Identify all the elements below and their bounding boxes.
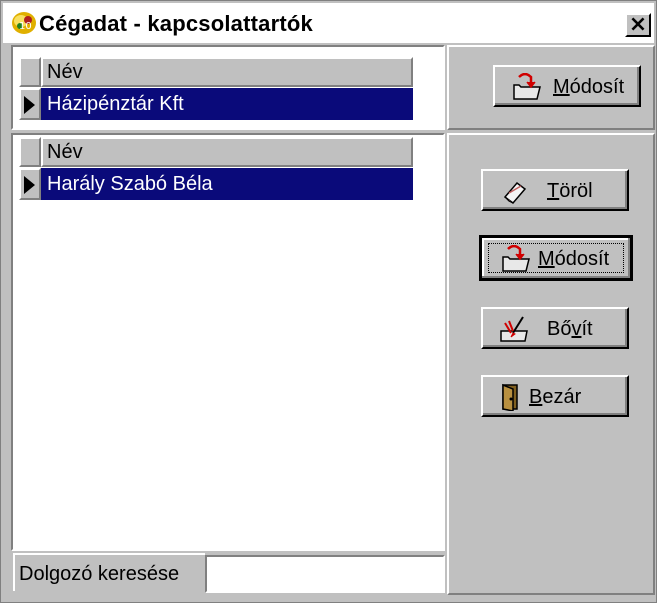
row-indicator-header [19,57,41,87]
column-header-name[interactable]: Név [41,57,413,87]
door-icon [502,383,518,411]
search-label: Dolgozó keresése [13,553,205,591]
eraser-icon [503,181,527,205]
search-input[interactable] [205,555,445,593]
folder-edit-icon [513,73,541,100]
close-button[interactable]: Bezár [481,375,629,417]
column-header-name[interactable]: Név [41,137,413,167]
table-row[interactable]: Házipénztár Kft [41,88,413,120]
current-row-arrow-icon [24,176,35,194]
delete-label: Töröl [547,180,593,202]
app-icon: 10 [12,12,36,34]
window-title: Cégadat - kapcsolattartók [39,11,313,36]
row-indicator[interactable] [19,168,41,200]
contact-actions-panel: Töröl Módosít Bővít Bezár [447,133,655,595]
svg-text:10: 10 [19,21,32,32]
close-window-button[interactable]: × [625,12,651,37]
company-actions-panel: Módosít [447,45,655,130]
folder-edit-icon [502,245,530,272]
contact-modify-label: Módosít [538,248,610,270]
company-grid[interactable]: Név Házipénztár Kft [11,45,445,130]
company-modify-button[interactable]: Módosít [493,65,641,107]
contacts-window: 10 Cégadat - kapcsolattartók × Név Házip… [0,0,657,603]
company-modify-label: Módosít [553,76,625,98]
pen-folder-icon [500,316,528,342]
row-indicator[interactable] [19,88,41,120]
contact-modify-button[interactable]: Módosít [479,235,633,281]
row-indicator-header [19,137,41,167]
expand-label: Bővít [547,318,593,340]
expand-button[interactable]: Bővít [481,307,629,349]
current-row-arrow-icon [24,96,35,114]
table-row[interactable]: Harály Szabó Béla [41,168,413,200]
title-bar[interactable]: 10 Cégadat - kapcsolattartók × [3,3,654,43]
close-icon: × [628,12,648,37]
close-label: Bezár [529,386,582,408]
contacts-grid[interactable]: Név Harály Szabó Béla [11,133,445,551]
delete-button[interactable]: Töröl [481,169,629,211]
